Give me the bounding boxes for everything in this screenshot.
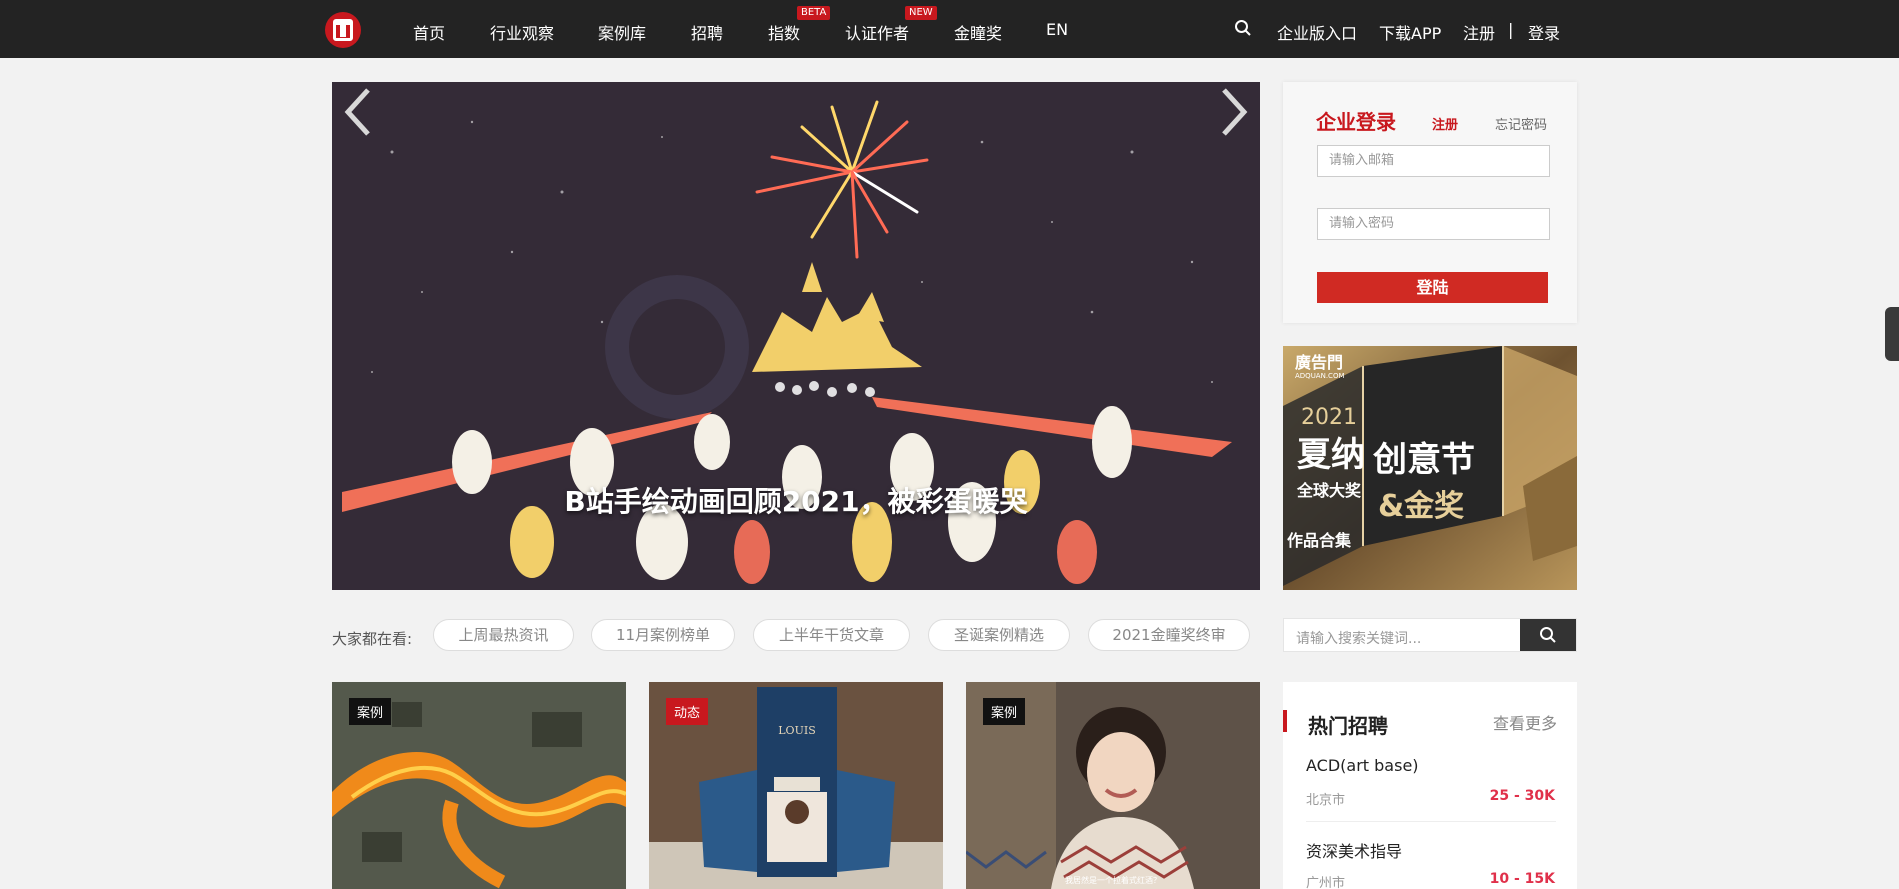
login-link[interactable]: 登录 (1528, 20, 1560, 44)
ad-year: 2021 (1301, 405, 1357, 430)
nav-award[interactable]: 金瞳奖 (954, 20, 1002, 44)
trending-tag[interactable]: 圣诞案例精选 (928, 619, 1070, 651)
login-submit-button[interactable]: 登陆 (1317, 272, 1548, 303)
login-title: 企业登录 (1316, 110, 1396, 134)
job-title[interactable]: 资深美术指导 (1306, 838, 1402, 862)
nav-index[interactable]: 指数 (768, 20, 800, 44)
card-badge: 案例 (983, 698, 1026, 725)
ad-brand-mark: 廣告門 (1295, 353, 1343, 372)
trending-tag[interactable]: 上周最热资讯 (433, 619, 574, 651)
enterprise-login-panel: 企业登录 注册 忘记密码 请输入邮箱 请输入密码 登陆 (1283, 82, 1577, 323)
article-card[interactable]: 案例 (332, 682, 626, 889)
logo-mark (333, 19, 353, 41)
ad-line1: 夏纳 (1297, 435, 1365, 475)
article-card[interactable]: LOUIS 动态 (649, 682, 943, 889)
carousel-prev-arrow[interactable] (340, 82, 380, 142)
search-submit-button[interactable] (1520, 619, 1576, 651)
register-link[interactable]: 注册 (1463, 20, 1495, 44)
forgot-password-link[interactable]: 忘记密码 (1495, 114, 1547, 133)
card-badge: 案例 (349, 698, 392, 725)
job-salary: 25 - 30K (1489, 788, 1555, 804)
job-city: 广州市 (1306, 876, 1346, 889)
nav-authors[interactable]: 认证作者 (845, 20, 909, 44)
download-app-link[interactable]: 下载APP (1379, 20, 1441, 44)
ad-artwork: 廣告門 ADQUAN.COM 2021 夏纳 全球大奖 创意节 &金奖 作品合集 (1283, 346, 1577, 590)
beta-badge: BETA (797, 6, 831, 20)
ad-line2: 创意节 (1372, 440, 1475, 480)
email-field[interactable]: 请输入邮箱 (1317, 145, 1550, 177)
banner-caption[interactable]: B站手绘动画回顾2021，被彩蛋暖哭 (332, 480, 1260, 520)
trending-tag[interactable]: 2021金瞳奖终审 (1088, 619, 1250, 651)
carousel-next-arrow[interactable] (1212, 82, 1252, 142)
top-nav-bar: 首页 行业观察 案例库 招聘 指数 BETA 认证作者 NEW 金瞳奖 EN 企… (0, 0, 1899, 58)
card-subtitle: 我居然是一个拉着式红酒？ (1065, 875, 1161, 885)
nav-jobs[interactable]: 招聘 (691, 20, 723, 44)
nav-english[interactable]: EN (1046, 20, 1068, 39)
search-icon (1540, 627, 1556, 643)
enterprise-entry-link[interactable]: 企业版入口 (1277, 20, 1357, 44)
side-float-tab[interactable] (1885, 307, 1899, 361)
trending-label: 大家都在看: (332, 630, 413, 648)
ad-line4: &金奖 (1378, 489, 1464, 524)
card-sign-text: LOUIS (778, 724, 815, 737)
job-title[interactable]: ACD(art base) (1306, 756, 1419, 775)
nav-separator: | (1508, 20, 1514, 39)
job-city: 北京市 (1306, 793, 1346, 808)
jobs-title: 热门招聘 (1308, 714, 1388, 738)
hot-jobs-panel: 热门招聘 查看更多 ACD(art base) 北京市 25 - 30K 资深美… (1283, 682, 1577, 889)
search-placeholder: 请输入搜索关键词... (1296, 631, 1422, 647)
trending-tag[interactable]: 11月案例榜单 (591, 619, 735, 651)
password-field[interactable]: 请输入密码 (1317, 208, 1550, 240)
nav-cases[interactable]: 案例库 (598, 20, 646, 44)
job-divider (1306, 821, 1556, 822)
ad-brand-sub: ADQUAN.COM (1295, 372, 1345, 380)
login-register-link[interactable]: 注册 (1432, 114, 1458, 133)
article-card[interactable]: 我居然是一个拉着式红酒？ 案例 (966, 682, 1260, 889)
ad-line3: 全球大奖 (1296, 481, 1362, 500)
jobs-accent-bar (1283, 710, 1287, 732)
password-placeholder: 请输入密码 (1329, 216, 1395, 231)
card-badge: 动态 (666, 698, 709, 725)
email-placeholder: 请输入邮箱 (1329, 153, 1395, 168)
ad-line5: 作品合集 (1287, 531, 1352, 550)
job-salary: 10 - 15K (1489, 871, 1555, 887)
keyword-search-input[interactable]: 请输入搜索关键词... (1283, 618, 1577, 652)
cannes-lions-ad[interactable]: 廣告門 ADQUAN.COM 2021 夏纳 全球大奖 创意节 &金奖 作品合集 (1283, 346, 1577, 590)
jobs-more-link[interactable]: 查看更多 (1493, 710, 1557, 734)
nav-home[interactable]: 首页 (413, 20, 445, 44)
search-icon[interactable] (1234, 19, 1252, 37)
site-logo[interactable] (325, 12, 361, 48)
new-badge: NEW (905, 6, 937, 20)
trending-tag[interactable]: 上半年干货文章 (753, 619, 910, 651)
banner-carousel[interactable]: B站手绘动画回顾2021，被彩蛋暖哭 (332, 82, 1260, 590)
nav-industry[interactable]: 行业观察 (490, 20, 554, 44)
